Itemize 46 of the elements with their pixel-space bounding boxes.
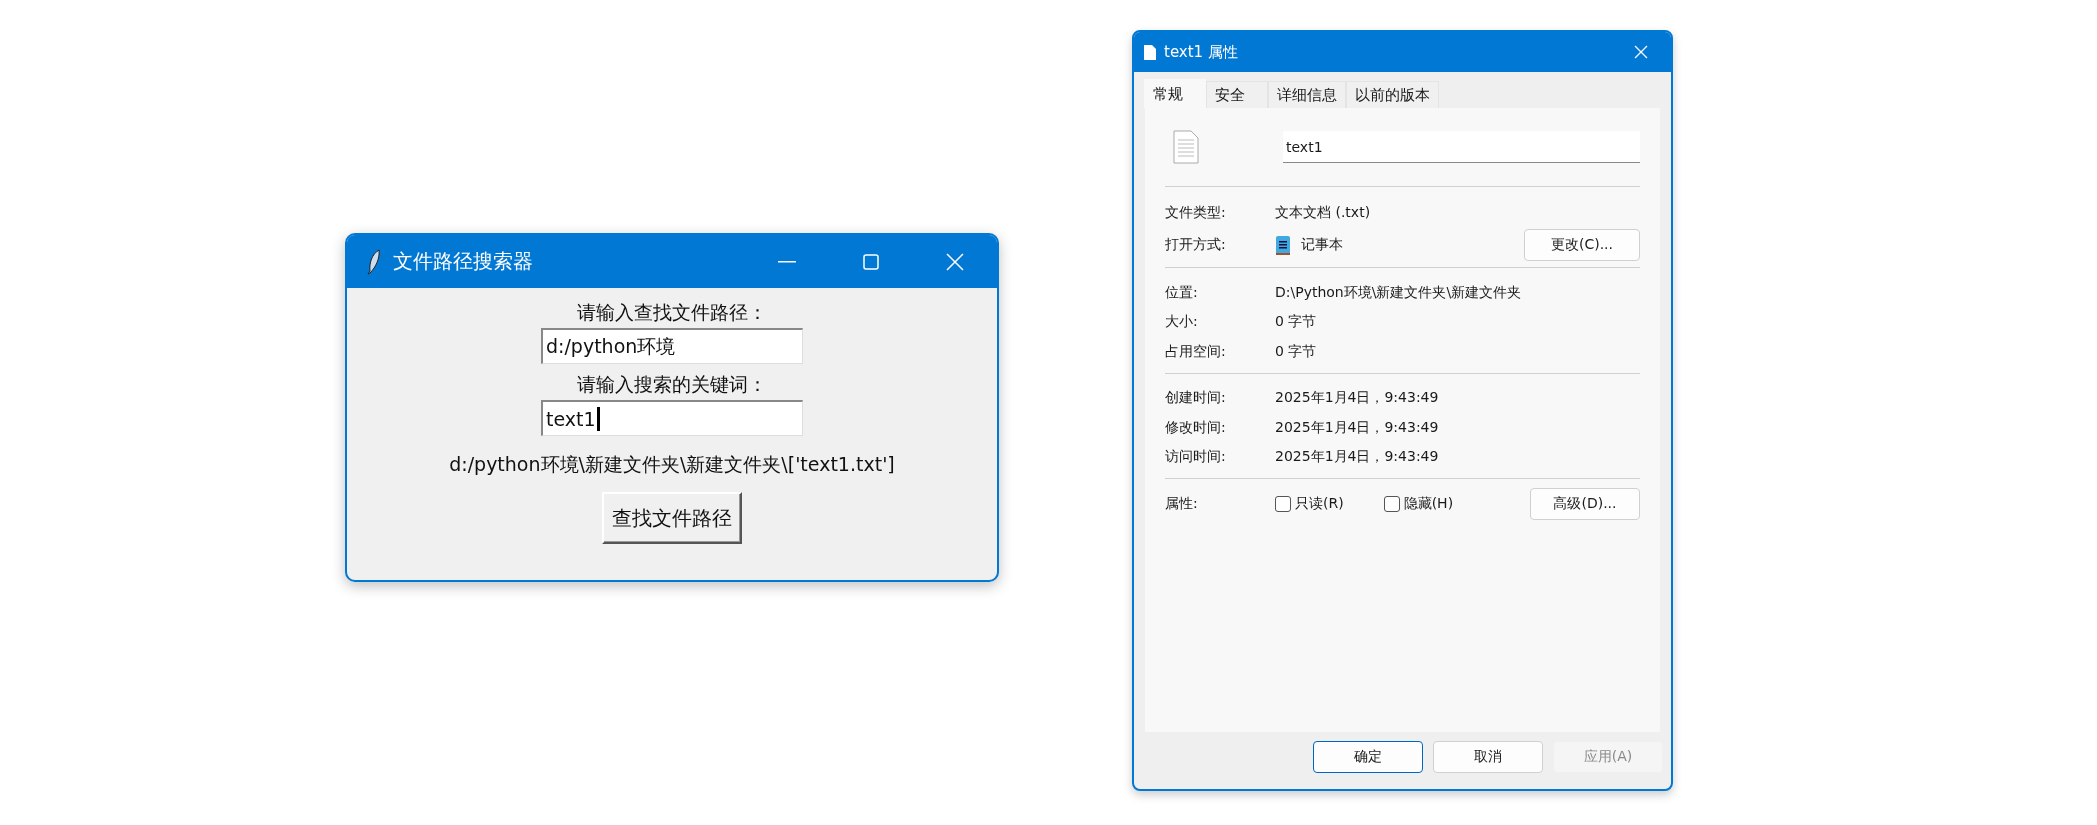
checkbox[interactable] [1275,496,1291,512]
property-label: 位置: [1165,283,1199,302]
property-value: D:\Python环境\新建文件夹\新建文件夹 [1275,283,1522,302]
close-icon [1634,45,1648,59]
dialog-button[interactable]: 确定 [1313,741,1423,773]
property-label: 创建时间: [1165,389,1227,408]
property-value: 文本文档 (.txt) [1275,204,1371,222]
file-name-field[interactable]: text1 [1283,131,1640,163]
property-value: 2025年1月4日，9:43:49 [1275,389,1439,408]
attributes-label: 属性: [1165,495,1199,513]
close-icon [946,252,964,271]
property-value: 记事本 [1301,236,1343,254]
keyword-field[interactable]: text1 [541,400,803,436]
document-icon [1173,130,1199,164]
search-button[interactable]: 查找文件路径 [602,492,742,544]
tab[interactable]: 常规 [1144,79,1206,108]
property-label: 访问时间: [1165,448,1227,467]
advanced-button[interactable]: 高级(D)... [1530,488,1640,520]
window-title: 文件路径搜索器 [393,248,534,275]
path-label: 请输入查找文件路径： [577,300,767,325]
text-cursor [596,406,600,431]
dialog-title: text1 属性 [1164,42,1239,62]
feather-icon [367,248,381,275]
property-label: 占用空间: [1165,342,1227,361]
property-value: 0 字节 [1275,342,1317,361]
minimize-icon [778,260,796,263]
property-label: 文件类型: [1165,204,1227,222]
property-value: 2025年1月4日，9:43:49 [1275,448,1439,467]
property-label: 大小: [1165,313,1199,332]
tab[interactable]: 以前的版本 [1346,81,1439,108]
attribute-checkbox[interactable]: 隐藏(H) [1383,495,1454,513]
maximize-icon [863,253,879,270]
keyword-label: 请输入搜索的关键词： [577,372,767,397]
change-button[interactable]: 更改(C)... [1524,229,1640,261]
checkbox[interactable] [1383,496,1400,512]
file-icon [1144,44,1156,60]
tab[interactable]: 安全 [1206,81,1268,108]
dialog-button[interactable]: 取消 [1433,741,1543,773]
tab[interactable]: 详细信息 [1268,81,1346,108]
path-field[interactable]: d:/python环境 [541,328,803,364]
property-value: 2025年1月4日，9:43:49 [1275,418,1439,437]
property-label: 打开方式: [1165,236,1227,254]
property-value: 0 字节 [1275,313,1317,332]
attribute-checkbox[interactable]: 只读(R) [1275,495,1344,513]
property-label: 修改时间: [1165,418,1227,437]
result-text: d:/python环境\新建文件夹\新建文件夹\['text1.txt'] [449,452,895,477]
